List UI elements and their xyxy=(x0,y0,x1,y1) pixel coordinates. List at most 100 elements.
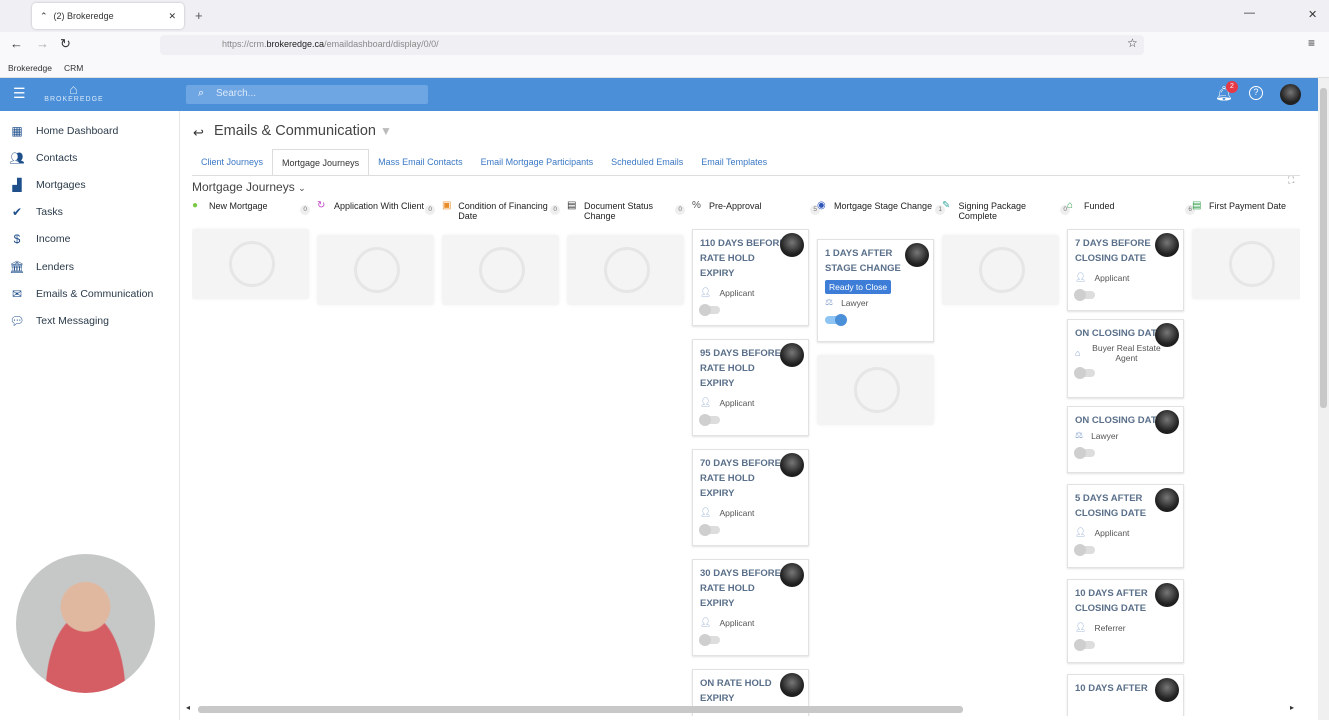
sidebar-item-label: Income xyxy=(36,233,71,246)
board-title-dropdown[interactable]: Mortgage Journeys ⌄ xyxy=(192,180,306,194)
sidebar-item-text-messaging[interactable]: 💬︎ Text Messaging xyxy=(0,307,179,334)
scroll-left-icon[interactable]: ◂ xyxy=(186,703,190,712)
add-card-placeholder[interactable] xyxy=(567,235,684,305)
card-title: 10 DAYS AFTER CLOSING DATE xyxy=(1075,588,1148,614)
card-title: 110 DAYS BEFORE RATE HOLD EXPIRY xyxy=(700,238,786,279)
reload-icon[interactable]: ↻ xyxy=(60,36,71,52)
card-title: 1 DAYS AFTER STAGE CHANGE xyxy=(825,248,901,274)
column-header: ▤First Payment Date0 xyxy=(1192,201,1300,225)
journey-card[interactable]: 7 DAYS BEFORE CLOSING DATE 👤︎ Applicant xyxy=(1067,229,1184,311)
hamburger-icon[interactable]: ☰ xyxy=(13,85,26,102)
card-toggle[interactable] xyxy=(1074,447,1095,459)
vertical-scroll-thumb[interactable] xyxy=(1320,88,1327,408)
browser-tab[interactable]: ⌃ (2) Brokeredge ✕ xyxy=(32,3,184,29)
sidebar-item-label: Emails & Communication xyxy=(36,287,154,300)
add-card-placeholder[interactable] xyxy=(192,229,309,299)
bookmark-crm[interactable]: CRM xyxy=(64,63,83,73)
card-title: 10 DAYS AFTER xyxy=(1075,683,1148,694)
help-icon[interactable]: ? xyxy=(1249,86,1263,100)
close-tab-icon[interactable]: ✕ xyxy=(168,11,176,22)
signature-icon: ✎ xyxy=(942,201,951,211)
scroll-right-icon[interactable]: ▸ xyxy=(1290,703,1294,712)
avatar xyxy=(1155,410,1179,434)
journey-card[interactable]: 70 DAYS BEFORE RATE HOLD EXPIRY 👤︎ Applica… xyxy=(692,449,809,546)
journey-card[interactable]: ON CLOSING DATE ⌂ Buyer Real Estate Agent xyxy=(1067,319,1184,398)
tab-favicon-icon: ⌃ xyxy=(40,10,48,21)
card-toggle[interactable] xyxy=(699,524,720,536)
bookmark-brokeredge[interactable]: Brokeredge xyxy=(8,63,52,73)
journey-card[interactable]: 95 DAYS BEFORE RATE HOLD EXPIRY 👤︎ Applica… xyxy=(692,339,809,436)
column-title: Condition of Financing Date xyxy=(458,201,548,221)
tab-client-journeys[interactable]: Client Journeys xyxy=(192,149,272,175)
horizontal-scroll-thumb[interactable] xyxy=(198,706,963,713)
chat-icon: 💬︎ xyxy=(9,313,25,328)
card-toggle[interactable] xyxy=(1074,367,1095,379)
column-count: 0 xyxy=(425,205,435,215)
add-card-placeholder[interactable] xyxy=(817,355,934,425)
board-title: Mortgage Journeys xyxy=(192,180,295,194)
back-icon[interactable]: ← xyxy=(10,36,23,51)
column-header: ● New Mortgage 0 xyxy=(192,201,312,225)
sidebar-item-tasks[interactable]: ✔ Tasks xyxy=(0,199,179,226)
sidebar-item-income[interactable]: $ Income xyxy=(0,226,179,253)
new-tab-icon[interactable]: + xyxy=(195,8,203,23)
filter-icon[interactable]: ▼ xyxy=(380,124,392,138)
role-label: Applicant xyxy=(1094,527,1130,538)
page-title-text: Emails & Communication xyxy=(214,123,376,139)
horizontal-scrollbar[interactable]: ◂ ▸ xyxy=(186,703,1294,715)
avatar xyxy=(780,563,804,587)
card-toggle[interactable] xyxy=(699,304,720,316)
avatar xyxy=(1155,233,1179,257)
role-label: Lawyer xyxy=(1091,430,1119,441)
tab-scheduled-emails[interactable]: Scheduled Emails xyxy=(602,149,692,175)
journey-card[interactable]: 5 DAYS AFTER CLOSING DATE 👤︎ Applicant xyxy=(1067,484,1184,568)
vertical-scrollbar[interactable] xyxy=(1318,78,1329,720)
journey-card[interactable]: 10 DAYS AFTER CLOSING DATE 👤︎ Referrer xyxy=(1067,579,1184,663)
sidebar-item-contacts[interactable]: 👥︎ Contacts xyxy=(0,144,179,171)
forward-icon[interactable]: → xyxy=(36,36,49,51)
expand-icon[interactable]: ⛶ xyxy=(1288,175,1294,186)
sidebar-item-mortgages[interactable]: ▟ Mortgages xyxy=(0,171,179,198)
bookmark-star-icon[interactable]: ☆ xyxy=(1127,36,1138,50)
card-toggle[interactable] xyxy=(1074,639,1095,651)
sidebar-item-home-dashboard[interactable]: ▦ Home Dashboard xyxy=(0,117,179,144)
role-label: Lawyer xyxy=(841,297,869,308)
menu-icon[interactable]: ≡ xyxy=(1308,36,1315,50)
tab-mortgage-journeys[interactable]: Mortgage Journeys xyxy=(272,149,370,175)
add-card-placeholder[interactable] xyxy=(1192,229,1300,299)
journey-card[interactable]: 1 DAYS AFTER STAGE CHANGE Ready to Close ⚖… xyxy=(817,239,934,342)
add-card-placeholder[interactable] xyxy=(942,235,1059,305)
gavel-icon: ⚖ xyxy=(1075,430,1084,440)
add-card-placeholder[interactable] xyxy=(442,235,559,305)
tab-email-templates[interactable]: Email Templates xyxy=(692,149,776,175)
journey-card[interactable]: ON CLOSING DATE ⚖ Lawyer xyxy=(1067,406,1184,473)
user-avatar[interactable] xyxy=(1280,84,1301,105)
dashboard-icon: ▦ xyxy=(11,123,23,138)
tab-email-mortgage-participants[interactable]: Email Mortgage Participants xyxy=(472,149,603,175)
add-card-placeholder[interactable] xyxy=(317,235,434,305)
card-toggle[interactable] xyxy=(1074,289,1095,301)
person-add-icon: 👤︎ xyxy=(1075,622,1087,632)
role-label: Referrer xyxy=(1094,622,1126,633)
avatar xyxy=(780,673,804,697)
tab-mass-email-contacts[interactable]: Mass Email Contacts xyxy=(369,149,472,175)
card-toggle[interactable] xyxy=(1074,544,1095,556)
url-field[interactable]: https://crm.brokeredge.ca/emaildashboard… xyxy=(160,35,1144,55)
gavel-icon: ⚖ xyxy=(825,297,834,307)
column-header: ↻ Application With Client 0 xyxy=(317,201,437,225)
search-input[interactable]: Search... xyxy=(186,85,428,104)
sidebar-item-lenders[interactable]: 🏛︎ Lenders xyxy=(0,253,179,280)
app-logo[interactable]: ⌂ BROKEREDGE xyxy=(44,82,104,103)
card-toggle[interactable] xyxy=(699,414,720,426)
logo-text: BROKEREDGE xyxy=(44,96,104,103)
house-icon: ⌂ xyxy=(1075,348,1081,358)
back-arrow-icon[interactable]: ↩ xyxy=(193,125,204,141)
minimize-icon[interactable]: — xyxy=(1244,7,1255,19)
journey-card[interactable]: 110 DAYS BEFORE RATE HOLD EXPIRY 👤︎ Applic… xyxy=(692,229,809,326)
card-toggle[interactable] xyxy=(825,314,847,326)
close-window-icon[interactable]: ✕ xyxy=(1308,8,1317,21)
sidebar-item-emails[interactable]: ✉ Emails & Communication xyxy=(0,280,179,307)
column-header: ▣ Condition of Financing Date 0 xyxy=(442,201,562,225)
card-toggle[interactable] xyxy=(699,634,720,646)
journey-card[interactable]: 30 DAYS BEFORE RATE HOLD EXPIRY 👤︎ Applica… xyxy=(692,559,809,656)
